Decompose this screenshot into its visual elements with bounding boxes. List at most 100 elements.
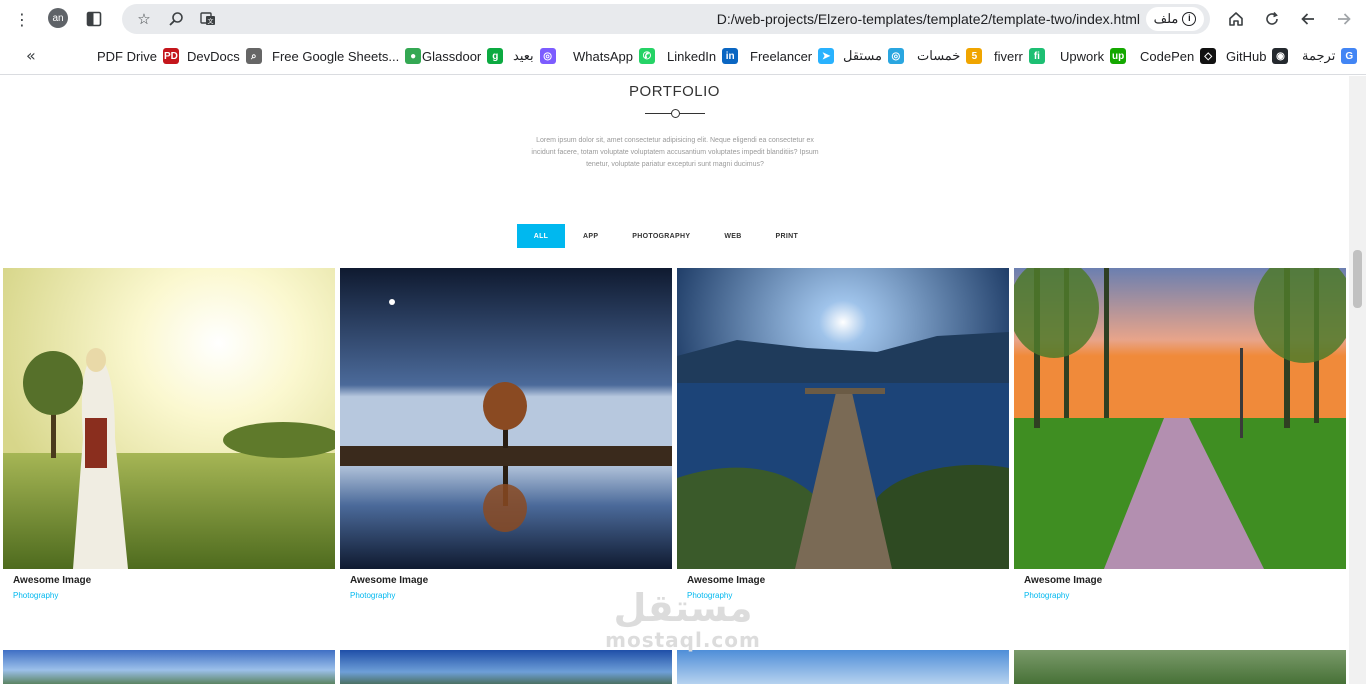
divider-dot [671,109,680,118]
card-title: Awesome Image [687,575,766,586]
side-panel-icon[interactable] [82,7,106,31]
bookmark-pdfdrive[interactable]: PDF Drive PD [97,48,179,64]
google-translate-icon: G [1341,48,1358,64]
glassdoor-icon: g [487,48,504,64]
bookmark-codepen[interactable]: CodePen ◇ [1140,48,1217,64]
pdfdrive-icon: PD [162,48,179,64]
bookmark-label: fiverr [994,48,1023,64]
filter-photography[interactable]: PHOTOGRAPHY [620,224,702,248]
freelancer-icon: ➤ [818,48,835,64]
bookmark-label: PDF Drive [97,48,157,64]
khamsat-icon: 5 [966,48,983,64]
forward-arrow-icon[interactable] [1332,7,1356,31]
fiverr-icon: fi [1028,48,1045,64]
pier-lake-moon-image [677,268,1009,569]
portfolio-image [340,650,672,684]
upwork-icon: up [1110,48,1127,64]
mostaql-icon: ◎ [887,48,904,64]
bookmark-devdocs[interactable]: DevDocs ⌕ [187,48,262,64]
bookmark-label: ترجمة [1302,48,1336,63]
bookmark-github[interactable]: GitHub ◉ [1226,48,1289,64]
baeed-icon: ◎ [539,48,556,64]
bookmark-label: Freelancer [750,48,813,64]
back-arrow-icon[interactable] [1296,7,1320,31]
bookmark-label: GitHub [1226,48,1267,64]
svg-text:文: 文 [207,18,213,26]
watermark-arabic: مستقل [613,586,753,630]
card-title: Awesome Image [350,575,429,586]
address-bar[interactable]: ☆ 文 D:/web-projects/Elzero-templates/tem… [122,4,1210,34]
whatsapp-icon: ✆ [638,48,655,64]
bookmark-sheets[interactable]: Free Google Sheets... ● [272,48,422,64]
zoom-icon[interactable] [164,7,188,31]
bookmark-label: Glassdoor [422,48,482,64]
portfolio-image [1014,650,1346,684]
portfolio-filters: ALL APP PHOTOGRAPHY WEB PRINT [517,224,810,248]
bookmark-label: CodePen [1140,48,1195,64]
github-icon: ◉ [1272,48,1289,64]
bookmark-baeed[interactable]: بعيد ◎ [513,48,556,64]
portfolio-card[interactable] [3,650,335,684]
portfolio-card[interactable]: Awesome Image Photography [340,268,672,600]
portfolio-card[interactable] [1014,650,1346,684]
bookmark-label: WhatsApp [573,48,633,64]
card-title: Awesome Image [13,575,92,586]
portfolio-image [677,650,1009,684]
site-info-chip[interactable]: ملف i [1146,7,1204,31]
site-chip-label: ملف [1153,11,1179,26]
bookmark-mostaql[interactable]: مستقل ◎ [843,48,904,64]
scrollbar-thumb[interactable] [1353,250,1362,308]
bookmark-label: Free Google Sheets... [272,48,400,64]
bookmark-khamsat[interactable]: خمسات 5 [917,48,983,64]
bookmark-freelancer[interactable]: Freelancer ➤ [750,48,835,64]
portfolio-title: PORTFOLIO [629,83,720,100]
bookmark-label: بعيد [513,48,534,63]
bookmark-glassdoor[interactable]: Glassdoor g [422,48,504,64]
bookmark-google-translate[interactable]: ترجمة G [1302,48,1358,64]
forest-path-sunset-image [1014,268,1346,569]
devdocs-icon: ⌕ [245,48,262,64]
watermark-latin: mostaql.com [605,628,761,652]
bookmark-whatsapp[interactable]: WhatsApp ✆ [573,48,655,64]
browser-toolbar: ⋮ an ☆ 文 D:/web-projects/Elzero-template… [0,0,1366,38]
portfolio-card[interactable]: Awesome Image Photography [1014,268,1346,600]
portfolio-description: Lorem ipsum dolor sit, amet consectetur … [531,137,819,168]
bookmark-label: مستقل [843,48,882,63]
filter-all[interactable]: ALL [517,224,565,248]
portfolio-card[interactable]: Awesome Image Photography [3,268,335,600]
portfolio-image [3,650,335,684]
filter-print[interactable]: PRINT [764,224,811,248]
bookmark-star-icon[interactable]: ☆ [132,7,156,31]
url-text: D:/web-projects/Elzero-templates/templat… [716,11,1140,27]
portfolio-card[interactable]: Awesome Image Photography [677,268,1009,600]
translate-page-icon[interactable]: 文 [196,7,220,31]
portfolio-card[interactable] [677,650,1009,684]
info-icon: i [1182,12,1197,26]
menu-kebab-icon[interactable]: ⋮ [10,7,34,31]
home-icon[interactable] [1224,7,1248,31]
more-bookmarks-icon[interactable]: « [26,46,36,65]
bookmark-label: خمسات [917,48,961,63]
filter-app[interactable]: APP [571,224,610,248]
mostaql-watermark: مستقل mostaql.com [598,588,768,652]
portfolio-card[interactable] [340,650,672,684]
girl-in-meadow-image [3,268,335,569]
card-title: Awesome Image [1024,575,1103,586]
reload-icon[interactable] [1260,7,1284,31]
page-scrollbar[interactable] [1349,76,1366,684]
codepen-icon: ◇ [1200,48,1217,64]
tree-reflection-night-image [340,268,672,569]
bookmark-upwork[interactable]: Upwork up [1060,48,1127,64]
card-category[interactable]: Photography [1024,591,1069,600]
profile-avatar[interactable]: an [48,8,68,28]
sheets-icon: ● [405,48,422,64]
card-category[interactable]: Photography [350,591,395,600]
bookmark-fiverr[interactable]: fiverr fi [994,48,1045,64]
filter-web[interactable]: WEB [712,224,753,248]
card-category[interactable]: Photography [13,591,58,600]
bookmark-label: DevDocs [187,48,240,64]
bookmark-label: LinkedIn [667,48,717,64]
bookmark-label: Upwork [1060,48,1105,64]
linkedin-icon: in [722,48,739,64]
bookmark-linkedin[interactable]: LinkedIn in [667,48,739,64]
